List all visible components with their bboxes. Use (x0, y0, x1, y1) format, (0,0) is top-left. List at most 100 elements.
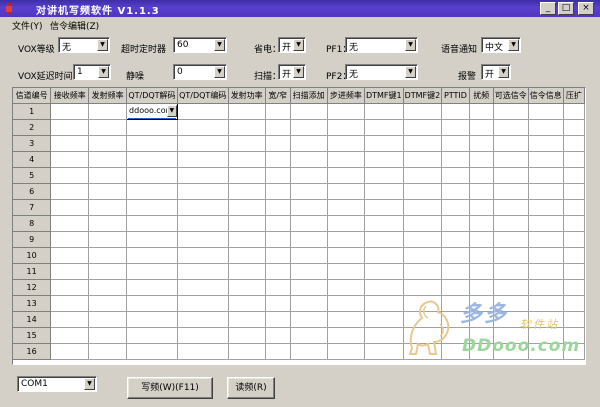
table-cell[interactable] (126, 215, 178, 232)
table-cell[interactable] (563, 199, 585, 216)
table-cell[interactable] (563, 215, 585, 232)
table-cell[interactable] (126, 295, 178, 312)
com-port-select[interactable]: COM1 ▼ (17, 376, 97, 392)
table-cell[interactable] (528, 183, 564, 200)
table-cell[interactable] (528, 151, 564, 168)
table-cell[interactable] (126, 167, 178, 184)
table-cell[interactable] (228, 199, 266, 216)
table-cell[interactable] (50, 199, 90, 216)
table-cell[interactable] (290, 295, 328, 312)
table-cell[interactable] (469, 135, 494, 152)
table-cell[interactable] (177, 247, 229, 264)
table-cell[interactable] (563, 247, 585, 264)
table-cell[interactable] (469, 151, 494, 168)
voice-notice-select[interactable]: 中文 ▼ (481, 37, 521, 53)
table-cell[interactable] (50, 343, 90, 360)
table-cell[interactable] (364, 215, 404, 232)
table-cell[interactable] (493, 151, 529, 168)
table-cell[interactable] (469, 263, 494, 280)
table-cell[interactable] (290, 167, 328, 184)
table-cell[interactable] (441, 119, 470, 136)
table-cell[interactable] (441, 151, 470, 168)
table-cell[interactable] (50, 327, 90, 344)
table-cell[interactable] (126, 135, 178, 152)
table-cell[interactable] (327, 167, 365, 184)
table-cell[interactable] (126, 263, 178, 280)
table-cell[interactable] (493, 263, 529, 280)
table-cell[interactable] (563, 279, 585, 296)
table-cell[interactable] (265, 263, 291, 280)
table-cell[interactable] (265, 167, 291, 184)
table-cell[interactable] (265, 199, 291, 216)
column-header[interactable]: 信道编号 (13, 88, 52, 104)
table-cell[interactable] (290, 343, 328, 360)
table-cell[interactable] (528, 119, 564, 136)
table-cell[interactable] (228, 231, 266, 248)
table-cell[interactable] (50, 167, 90, 184)
table-cell[interactable] (50, 279, 90, 296)
table-cell[interactable] (290, 183, 328, 200)
table-cell[interactable] (290, 215, 328, 232)
table-cell[interactable] (403, 119, 443, 136)
table-cell[interactable] (290, 231, 328, 248)
column-header[interactable]: 可选信令 (493, 88, 529, 104)
table-cell[interactable] (364, 247, 404, 264)
table-cell[interactable] (469, 119, 494, 136)
table-cell[interactable] (126, 199, 178, 216)
table-cell[interactable] (126, 231, 178, 248)
table-cell[interactable] (88, 311, 128, 328)
table-cell[interactable] (290, 263, 328, 280)
table-cell[interactable] (364, 343, 404, 360)
table-cell[interactable] (493, 199, 529, 216)
pf1-select[interactable]: 无 ▼ (345, 37, 418, 53)
table-cell[interactable] (493, 215, 529, 232)
table-cell[interactable] (50, 295, 90, 312)
table-cell[interactable] (441, 279, 470, 296)
row-number[interactable]: 14 (13, 311, 52, 328)
table-cell[interactable] (364, 231, 404, 248)
cell-dropdown-editor[interactable]: ddooo.com ▼ (128, 104, 177, 118)
table-cell[interactable] (364, 199, 404, 216)
row-number[interactable]: 12 (13, 279, 52, 296)
table-cell[interactable] (528, 247, 564, 264)
column-header[interactable]: 发射功率 (228, 88, 266, 104)
table-cell[interactable] (364, 295, 404, 312)
table-cell[interactable] (228, 247, 266, 264)
table-cell[interactable] (290, 119, 328, 136)
column-header[interactable]: 扰频 (469, 88, 494, 104)
table-cell[interactable] (88, 167, 128, 184)
chevron-down-icon[interactable]: ▼ (166, 105, 177, 117)
chevron-down-icon[interactable]: ▼ (508, 39, 519, 51)
table-cell[interactable] (265, 119, 291, 136)
table-cell[interactable] (493, 279, 529, 296)
menu-signal-edit[interactable]: 信令编辑(Z) (50, 19, 99, 32)
chevron-down-icon[interactable]: ▼ (405, 39, 416, 51)
column-header[interactable]: PTTID (441, 88, 470, 104)
column-header[interactable]: 扫描添加 (290, 88, 328, 104)
table-cell[interactable] (126, 119, 178, 136)
scan-select[interactable]: 开 ▼ (278, 64, 306, 80)
table-cell[interactable] (403, 231, 443, 248)
table-cell[interactable] (327, 279, 365, 296)
table-cell[interactable] (177, 199, 229, 216)
table-cell[interactable] (364, 167, 404, 184)
table-cell[interactable] (177, 119, 229, 136)
table-cell[interactable] (441, 183, 470, 200)
table-cell[interactable] (290, 199, 328, 216)
row-number[interactable]: 10 (13, 247, 52, 264)
minimize-button[interactable]: _ (540, 2, 556, 15)
table-cell[interactable] (50, 119, 90, 136)
table-cell[interactable] (403, 215, 443, 232)
table-cell[interactable] (364, 279, 404, 296)
column-header[interactable]: 发射频率 (88, 88, 128, 104)
table-cell[interactable] (364, 183, 404, 200)
table-cell[interactable] (290, 311, 328, 328)
menu-file[interactable]: 文件(Y) (12, 19, 43, 32)
table-cell[interactable] (290, 135, 328, 152)
table-cell[interactable] (403, 103, 443, 120)
chevron-down-icon[interactable]: ▼ (84, 378, 95, 390)
write-button[interactable]: 写频(W)(F11) (127, 377, 213, 399)
table-cell[interactable] (228, 167, 266, 184)
table-cell[interactable] (563, 183, 585, 200)
column-header[interactable]: 接收频率 (50, 88, 90, 104)
